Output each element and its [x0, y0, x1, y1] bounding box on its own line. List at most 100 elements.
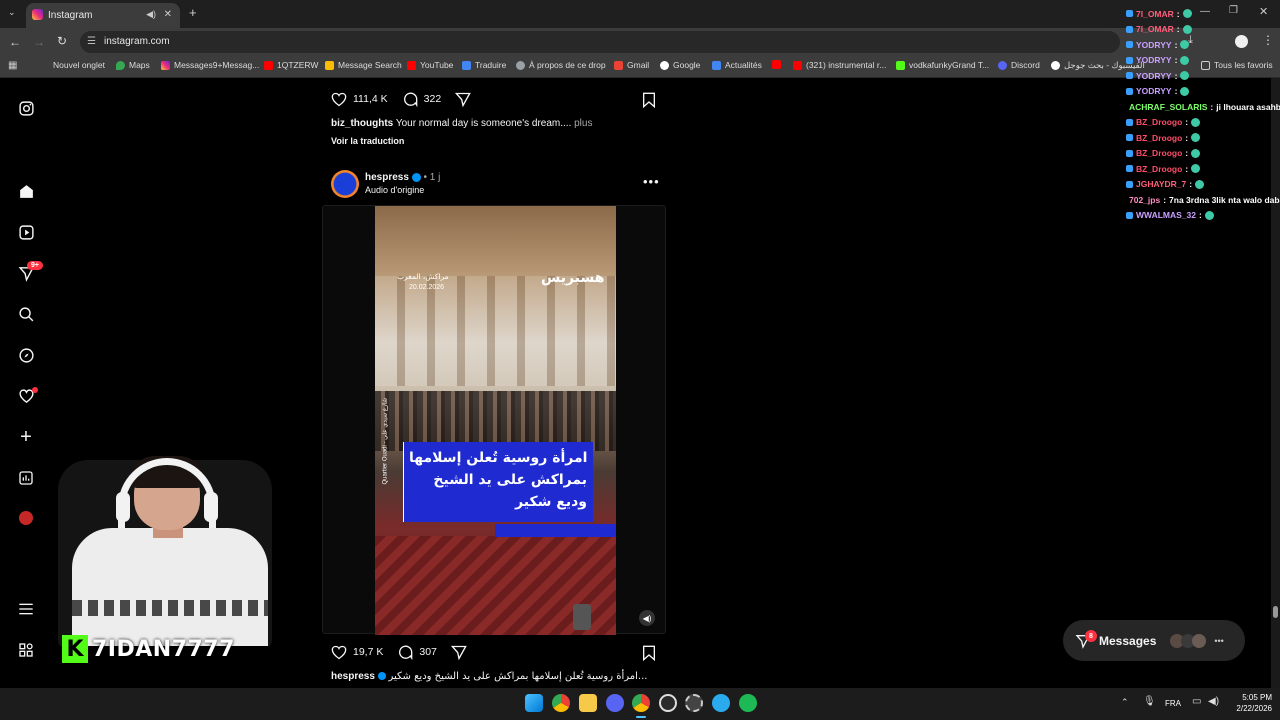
- chat-message: BZ_Droogo:: [1126, 130, 1280, 146]
- chrome-active-icon[interactable]: [632, 694, 650, 712]
- reload-icon[interactable]: ↻: [57, 34, 67, 48]
- volume-icon[interactable]: ◀): [1208, 696, 1219, 707]
- bookmark-new-tab[interactable]: Nouvel onglet: [53, 60, 105, 70]
- post2-audio[interactable]: Audio d'origine: [365, 185, 424, 195]
- bookmark-youtube[interactable]: YouTube: [407, 60, 453, 70]
- emote-icon: [1182, 9, 1192, 19]
- like-icon[interactable]: [331, 92, 347, 107]
- bookmark-1qtzerw[interactable]: 1QTZERW: [264, 60, 318, 70]
- bookmark-actualites[interactable]: Actualités: [712, 60, 762, 70]
- post1-comments[interactable]: 322: [424, 93, 442, 105]
- address-bar[interactable]: ☰ instagram.com: [80, 31, 1120, 53]
- comment-icon[interactable]: [397, 644, 413, 660]
- chat-separator: :: [1174, 55, 1178, 66]
- share-icon[interactable]: [450, 645, 467, 660]
- post1-caption: biz_thoughts Your normal day is someone'…: [331, 118, 592, 129]
- obs-icon[interactable]: [659, 694, 677, 712]
- save-icon[interactable]: [642, 645, 656, 661]
- explore-icon[interactable]: [16, 345, 36, 365]
- post-options-icon[interactable]: •••: [643, 174, 660, 189]
- post2-caption-username[interactable]: hespress: [331, 671, 375, 682]
- active-indicator: [636, 716, 646, 718]
- network-icon[interactable]: ▭: [1192, 696, 1201, 707]
- bookmark-a-propos[interactable]: À propos de ce drop: [516, 60, 606, 70]
- create-icon[interactable]: +: [16, 426, 36, 448]
- apps-grid-icon[interactable]: ▦: [8, 60, 17, 71]
- bookmark-instrumental[interactable]: (321) instrumental r...: [793, 60, 886, 70]
- post2-caption-text: امرأة روسية تُعلن إسلامها بمراكش على يد …: [388, 671, 648, 682]
- chrome-icon[interactable]: [552, 694, 570, 712]
- site-info-icon[interactable]: ☰: [87, 31, 96, 53]
- home-icon[interactable]: [16, 181, 36, 201]
- streamer-name: 7IDAN7777: [92, 636, 235, 662]
- post1-more-link[interactable]: plus: [574, 118, 592, 129]
- file-explorer-icon[interactable]: [579, 694, 597, 712]
- discord-icon: [998, 60, 1007, 70]
- chat-username: ACHRAF_SOLARIS: [1129, 101, 1208, 112]
- discord-taskbar-icon[interactable]: [606, 694, 624, 712]
- app-icon[interactable]: [685, 694, 703, 712]
- bookmark-kick[interactable]: vodkafunkyGrand T...: [896, 60, 989, 70]
- overlay-date: 20.02.2026: [409, 284, 445, 291]
- scrollbar-thumb[interactable]: [1273, 606, 1278, 618]
- forward-icon[interactable]: →: [33, 35, 45, 49]
- save-icon[interactable]: [642, 92, 656, 108]
- post1-caption-text: Your normal day is someone's dream....: [395, 118, 572, 129]
- bookmark-maps[interactable]: Maps: [116, 60, 150, 70]
- profile-avatar-nav[interactable]: [16, 508, 36, 528]
- spotify-icon[interactable]: [739, 694, 757, 712]
- chat-text: 7na 3rdna 3lik nta walo daba n: [1169, 194, 1280, 205]
- post2-username[interactable]: hespress: [365, 172, 409, 183]
- stream-name-plate: K 7IDAN7777: [62, 635, 235, 663]
- post1-translate-link[interactable]: Voir la traduction: [331, 136, 404, 146]
- post1-actions: 111,4 K 322: [331, 91, 471, 107]
- google-icon: [1051, 61, 1060, 70]
- new-tab-icon[interactable]: +: [189, 5, 197, 20]
- comment-icon[interactable]: [402, 91, 418, 107]
- bookmark-discord[interactable]: Discord: [998, 60, 1040, 70]
- language-indicator[interactable]: FRA: [1165, 699, 1181, 708]
- back-icon[interactable]: ←: [9, 35, 21, 49]
- windows-start-icon[interactable]: [525, 694, 543, 712]
- post1-likes[interactable]: 111,4 K: [353, 93, 388, 105]
- emote-icon: [1180, 86, 1190, 96]
- hespress-avatar[interactable]: [331, 170, 359, 198]
- chat-separator: :: [1185, 148, 1189, 159]
- chat-badge-icon: [1126, 41, 1133, 49]
- search-icon[interactable]: [16, 304, 36, 324]
- browser-tab-bar: ⌄ Instagram ◀) ✕ + — ❐ ✕: [0, 0, 1280, 28]
- bookmark-youtube-2[interactable]: [772, 60, 781, 69]
- tab-instagram[interactable]: Instagram ◀) ✕: [26, 3, 180, 28]
- bookmark-messages[interactable]: Messages9+Messag...: [161, 60, 259, 70]
- tray-chevron-icon[interactable]: ⌃: [1121, 697, 1129, 708]
- post2-video[interactable]: هسبريس مراكش، المغرب 20.02.2026 Quartier…: [322, 205, 666, 635]
- chat-separator: :: [1174, 39, 1178, 50]
- instagram-logo-icon[interactable]: [16, 98, 36, 118]
- post2-likes[interactable]: 19,7 K: [353, 646, 383, 658]
- bookmark-google[interactable]: Google: [660, 60, 700, 70]
- also-from-meta-icon[interactable]: [16, 640, 36, 660]
- microphone-icon[interactable]: 🎙: [1143, 696, 1156, 707]
- dashboard-icon[interactable]: [16, 468, 36, 488]
- like-icon[interactable]: [331, 645, 347, 660]
- bookmark-gmail[interactable]: Gmail: [614, 60, 649, 70]
- headline-line-2: بمراكش على يد الشيخ: [433, 472, 587, 488]
- bookmark-message-search[interactable]: Message Search: [325, 60, 402, 70]
- chat-separator: :: [1176, 8, 1180, 19]
- emote-icon: [1182, 24, 1192, 34]
- mute-toggle-icon[interactable]: ◀): [639, 610, 655, 626]
- post1-username[interactable]: biz_thoughts: [331, 118, 393, 129]
- telegram-icon[interactable]: [712, 694, 730, 712]
- taskbar-clock[interactable]: 5:05 PM 2/22/2026: [1228, 692, 1272, 714]
- more-icon: •••: [1214, 635, 1224, 646]
- reels-icon[interactable]: [16, 222, 36, 242]
- chat-separator: :: [1176, 24, 1180, 35]
- share-icon[interactable]: [455, 92, 471, 107]
- post2-comments[interactable]: 307: [419, 646, 437, 658]
- close-tab-icon[interactable]: ✕: [164, 9, 172, 20]
- chat-badge-icon: [1126, 165, 1133, 173]
- speaker-icon[interactable]: ◀): [146, 9, 156, 20]
- bookmark-traduire[interactable]: Traduire: [462, 60, 506, 70]
- more-menu-icon[interactable]: [16, 599, 36, 619]
- tab-search-icon[interactable]: ⌄: [8, 7, 16, 18]
